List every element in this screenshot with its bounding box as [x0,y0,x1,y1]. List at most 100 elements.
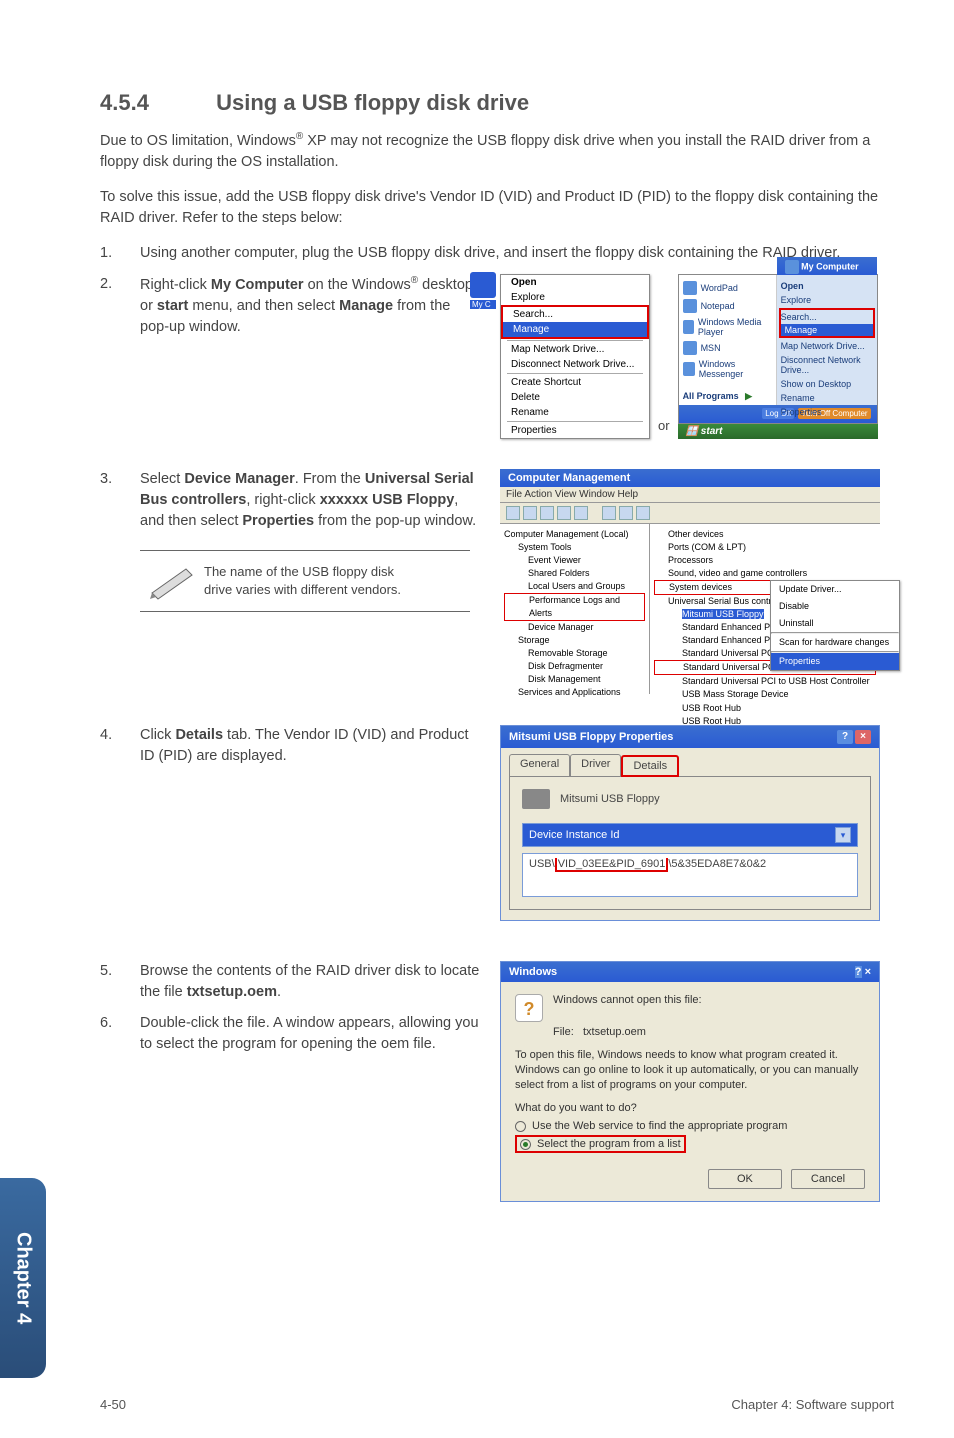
file-line: File: txtsetup.oem [553,1026,865,1038]
tb-scan-icon[interactable] [619,506,633,520]
msn-icon [683,341,697,355]
file-question-icon: ? [515,994,543,1022]
sm-ctx-search[interactable]: Search... [781,310,873,324]
start-item-wmp[interactable]: Windows Media Player [683,315,772,339]
windows-dialog-titlebar: Windows ? × [501,962,879,982]
tab-general[interactable]: General [509,754,570,776]
help-button[interactable]: ? [837,730,853,744]
device-name-label: Mitsumi USB Floppy [560,793,660,805]
option-web-service[interactable]: Use the Web service to find the appropri… [515,1120,865,1132]
tb-refresh-icon[interactable] [574,506,588,520]
sm-ctx-explore[interactable]: Explore [781,293,873,307]
menu-item-delete[interactable]: Delete [501,390,649,405]
start-item-messenger[interactable]: Windows Messenger [683,357,772,381]
screenshot-context-start-menu: My C Open Explore Search... Manage Map N… [500,274,894,439]
menu-item-create-shortcut[interactable]: Create Shortcut [501,375,649,390]
mgmt-tree[interactable]: Computer Management (Local) System Tools… [500,524,650,694]
usb-floppy-item[interactable]: Mitsumi USB Floppy [682,609,764,619]
sm-ctx-map[interactable]: Map Network Drive... [781,339,873,353]
tb-up-icon[interactable] [540,506,554,520]
sm-ctx-properties[interactable]: Properties [781,405,873,419]
step-6: 6. Double-click the file. A window appea… [100,1013,480,1055]
menu-item-manage[interactable]: Manage [503,322,647,337]
menu-item-map-drive[interactable]: Map Network Drive... [501,342,649,357]
tb-x-icon[interactable] [636,506,650,520]
chapter-side-tab: Chapter 4 [0,1178,46,1378]
sm-ctx-rename[interactable]: Rename [781,391,873,405]
help-button[interactable]: ? [855,966,862,978]
pencil-icon [144,561,204,601]
cannot-open-label: Windows cannot open this file: [553,994,702,1022]
tb-fwd-icon[interactable] [523,506,537,520]
tb-back-icon[interactable] [506,506,520,520]
close-button[interactable]: × [865,966,871,978]
ctx-properties[interactable]: Properties [771,653,899,670]
start-button[interactable]: 🪟 start [678,424,878,439]
start-menu-header: My Computer [777,257,877,275]
my-computer-icon [470,272,496,298]
tab-details[interactable]: Details [621,755,679,777]
notepad-icon [683,299,697,313]
section-number: 4.5.4 [100,90,210,116]
dropdown-icon[interactable]: ▾ [835,827,851,843]
menu-item-explore[interactable]: Explore [501,290,649,305]
menubar[interactable]: File Action View Window Help [500,487,880,503]
what-do-question: What do you want to do? [515,1102,865,1114]
sm-ctx-show[interactable]: Show on Desktop [781,377,873,391]
wmp-icon [683,320,694,334]
screenshot-open-with-dialog: Windows ? × ? Windows cannot open this f… [500,961,880,1203]
device-id-value: USB\VID_03EE&PID_6901\5&35EDA8E7&0&2 [522,853,858,897]
floppy-device-icon [522,789,550,809]
step-3: 3. Select Device Manager. From the Unive… [100,469,480,532]
ctx-disable[interactable]: Disable [771,598,899,615]
start-menu-screenshot: WordPad Notepad Windows Media Player MSN… [678,274,878,439]
menu-item-open[interactable]: Open [501,275,649,290]
sm-ctx-disc[interactable]: Disconnect Network Drive... [781,353,873,377]
option-select-list[interactable]: Select the program from a list [515,1135,865,1153]
ok-button[interactable]: OK [708,1169,782,1189]
footer-chapter-label: Chapter 4: Software support [731,1397,894,1412]
messenger-icon [683,362,695,376]
tb-help-icon[interactable] [602,506,616,520]
device-instance-combo[interactable]: Device Instance Id ▾ [522,823,858,847]
page-number: 4-50 [100,1397,126,1412]
note-box: The name of the USB floppy disk drive va… [140,550,470,612]
intro-paragraph-1: Due to OS limitation, Windows® XP may no… [100,130,894,173]
screenshot-device-manager: Computer Management File Action View Win… [500,469,880,699]
cancel-button[interactable]: Cancel [791,1169,865,1189]
menu-item-disconnect-drive[interactable]: Disconnect Network Drive... [501,357,649,372]
icon-label: My C [470,300,496,309]
ctx-update-driver[interactable]: Update Driver... [771,581,899,598]
sm-ctx-open[interactable]: Open [781,279,873,293]
properties-titlebar: Mitsumi USB Floppy Properties ? × [501,726,879,748]
tb-prop-icon[interactable] [557,506,571,520]
step-1: 1. Using another computer, plug the USB … [100,243,894,264]
radio-unchecked-icon [515,1121,526,1132]
start-item-wordpad[interactable]: WordPad [683,279,772,297]
tabs: General Driver Details [501,748,879,776]
or-label: or [658,418,670,439]
ctx-uninstall[interactable]: Uninstall [771,615,899,632]
sm-ctx-manage[interactable]: Manage [781,324,873,336]
step-5: 5. Browse the contents of the RAID drive… [100,961,480,1003]
start-item-msn[interactable]: MSN [683,339,772,357]
step-2: 2. Right-click My Computer on the Window… [100,274,480,338]
device-context-menu: Update Driver... Disable Uninstall Scan … [770,580,900,671]
start-item-notepad[interactable]: Notepad [683,297,772,315]
page-footer: 4-50 Chapter 4: Software support [100,1397,894,1412]
computer-icon [785,260,799,274]
close-button[interactable]: × [855,730,871,744]
toolbar [500,503,880,524]
device-tree[interactable]: Other devices Ports (COM & LPT) Processo… [650,524,880,694]
ctx-scan[interactable]: Scan for hardware changes [771,634,899,651]
step-4: 4. Click Details tab. The Vendor ID (VID… [100,725,480,767]
tab-driver[interactable]: Driver [570,754,621,776]
menu-item-properties[interactable]: Properties [501,423,649,438]
section-title: Using a USB floppy disk drive [216,90,529,115]
start-item-all-programs[interactable]: All Programs ▶ [683,389,772,404]
menu-item-rename[interactable]: Rename [501,405,649,420]
radio-checked-icon [520,1139,531,1150]
screenshot-properties-dialog: Mitsumi USB Floppy Properties ? × Genera… [500,725,880,921]
menu-item-search[interactable]: Search... [503,307,647,322]
note-text: The name of the USB floppy disk drive va… [204,563,401,598]
